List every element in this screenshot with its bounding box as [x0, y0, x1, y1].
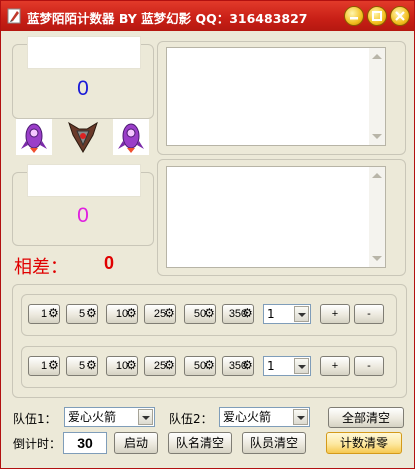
app-window: 蓝梦陌陌计数器 BY 蓝梦幻影 QQ：316483827 0 0 相差： 0 1… [0, 0, 415, 469]
team2-select-value: 爱心火箭 [223, 410, 272, 424]
reset-counts-button[interactable]: 计数清零 [326, 432, 402, 454]
team2-increment-row: 1 ⚙ 5 ⚙ 10 ⚙ 25 ⚙ 50 ⚙ 350 ⚙ 1 + - [21, 346, 397, 388]
team2-name-box [27, 164, 141, 197]
countdown-input[interactable]: 30 [63, 432, 107, 454]
plus-button[interactable]: + [320, 304, 350, 324]
multiplier-select[interactable]: 1 [263, 304, 311, 324]
clear-team-names-button[interactable]: 队名清空 [168, 432, 232, 454]
countdown-label: 倒计时： [13, 437, 62, 451]
chevron-down-icon[interactable] [294, 358, 309, 374]
team1-name-box [27, 36, 141, 69]
clear-members-button[interactable]: 队员清空 [242, 432, 306, 454]
minus-button[interactable]: - [354, 304, 384, 324]
app-pencil-icon [7, 8, 21, 24]
window-title: 蓝梦陌陌计数器 BY 蓝梦幻影 QQ：316483827 [27, 11, 308, 26]
team1-increment-row: 1 ⚙ 5 ⚙ 10 ⚙ 25 ⚙ 50 ⚙ 350 ⚙ 1 + - [21, 294, 397, 336]
multiplier-select[interactable]: 1 [263, 356, 311, 376]
button-gear-icon: ⚙ [48, 306, 59, 320]
clear-all-button[interactable]: 全部清空 [328, 407, 404, 428]
title-bar[interactable]: 蓝梦陌陌计数器 BY 蓝梦幻影 QQ：316483827 [1, 1, 414, 31]
client-area: 0 0 相差： 0 1 ⚙ 5 ⚙ 10 ⚙ 25 ⚙ 50 ⚙ 350 ⚙ 1… [4, 31, 411, 465]
team2-count: 0 [77, 204, 89, 227]
team1-list-scrollbar[interactable] [369, 48, 385, 145]
button-gear-icon: ⚙ [204, 358, 215, 372]
multiplier-value: 1 [267, 307, 275, 321]
start-button[interactable]: 启动 [114, 432, 158, 454]
team2-panel: 0 [12, 164, 154, 246]
button-gear-icon: ⚙ [86, 306, 97, 320]
button-gear-icon: ⚙ [48, 358, 59, 372]
rocket-icon [113, 119, 149, 158]
rocket-icon [16, 119, 52, 158]
minus-button[interactable]: - [354, 356, 384, 376]
difference-label: 相差： [14, 257, 68, 278]
team2-list-frame [157, 159, 406, 276]
team1-panel: 0 [12, 36, 154, 119]
increment-panel: 1 ⚙ 5 ⚙ 10 ⚙ 25 ⚙ 50 ⚙ 350 ⚙ 1 + - 1 ⚙ 5 ⚙ 10 ⚙ 25 ⚙ 50 ⚙ 350 ⚙ 1 +… [12, 284, 407, 398]
team2-select[interactable]: 爱心火箭 [219, 407, 310, 427]
plus-button[interactable]: + [320, 356, 350, 376]
chevron-down-icon[interactable] [294, 306, 309, 322]
chevron-down-icon[interactable] [138, 409, 153, 425]
button-gear-icon: ⚙ [164, 306, 175, 320]
button-gear-icon: ⚙ [164, 358, 175, 372]
team2-list-scrollbar[interactable] [369, 167, 385, 267]
team2-label: 队伍2： [169, 412, 213, 426]
button-gear-icon: ⚙ [242, 306, 253, 320]
maximize-icon[interactable] [367, 6, 387, 26]
button-gear-icon: ⚙ [126, 306, 137, 320]
button-gear-icon: ⚙ [242, 358, 253, 372]
difference-value: 0 [104, 253, 115, 273]
button-gear-icon: ⚙ [204, 306, 215, 320]
team1-list-frame [157, 41, 406, 155]
chevron-down-icon[interactable] [293, 409, 308, 425]
multiplier-value: 1 [267, 359, 275, 373]
team1-member-list[interactable] [166, 47, 386, 146]
team1-label: 队伍1： [13, 412, 57, 426]
close-icon[interactable] [390, 6, 410, 26]
button-gear-icon: ⚙ [86, 358, 97, 372]
minimize-icon[interactable] [344, 6, 364, 26]
button-gear-icon: ⚙ [126, 358, 137, 372]
team1-count: 0 [77, 77, 89, 100]
team1-select[interactable]: 爱心火箭 [64, 407, 155, 427]
team1-select-value: 爱心火箭 [68, 410, 117, 424]
shield-emblem-icon [65, 119, 101, 158]
team2-member-list[interactable] [166, 166, 386, 268]
